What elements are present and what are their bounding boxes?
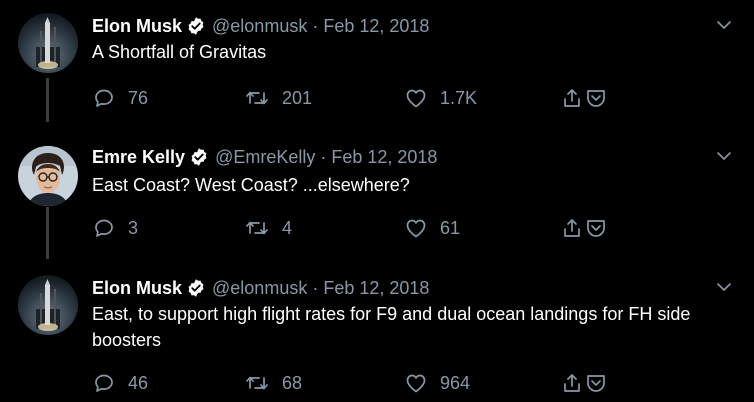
chevron-down-icon[interactable] bbox=[716, 17, 732, 33]
tweet-actions: 3 4 61 bbox=[92, 216, 652, 240]
chevron-down-icon[interactable] bbox=[716, 279, 732, 295]
person-photo bbox=[18, 146, 78, 206]
reply-count: 46 bbox=[128, 372, 149, 393]
tweet-text: East, to support high flight rates for F… bbox=[92, 304, 691, 350]
timestamp[interactable]: Feb 12, 2018 bbox=[323, 277, 429, 299]
retweet-icon bbox=[246, 221, 268, 235]
timestamp[interactable]: Feb 12, 2018 bbox=[323, 15, 429, 37]
retweet-button[interactable]: 201 bbox=[244, 86, 312, 110]
save-icon bbox=[587, 220, 605, 237]
reply-button[interactable]: 46 bbox=[92, 371, 148, 395]
reply-icon bbox=[95, 374, 113, 392]
tweet-text: A Shortfall of Gravitas bbox=[92, 42, 267, 62]
retweet-icon bbox=[246, 376, 268, 390]
verified-badge-icon bbox=[188, 279, 204, 297]
reply-count: 3 bbox=[128, 217, 139, 238]
share-icon bbox=[564, 374, 580, 392]
reply-icon bbox=[95, 219, 113, 237]
tweet[interactable]: Emre Kelly @EmreKelly · Feb 12, 2018 Eas… bbox=[0, 144, 754, 264]
retweet-icon bbox=[246, 91, 268, 105]
heart-icon bbox=[406, 374, 426, 393]
avatar[interactable] bbox=[18, 146, 78, 206]
chevron-down-icon[interactable] bbox=[716, 148, 732, 164]
tweet-actions: 76 201 1.7K bbox=[92, 86, 652, 110]
like-count: 964 bbox=[440, 372, 471, 393]
separator: · bbox=[320, 147, 327, 167]
retweet-count: 4 bbox=[282, 217, 293, 238]
separator: · bbox=[312, 16, 319, 36]
retweet-count: 201 bbox=[282, 87, 313, 108]
retweet-button[interactable]: 4 bbox=[244, 216, 292, 240]
reply-count: 76 bbox=[128, 87, 149, 108]
verified-badge-icon bbox=[191, 148, 207, 166]
handle[interactable]: @elonmusk bbox=[212, 277, 307, 299]
heart-icon bbox=[406, 219, 426, 238]
share-button[interactable] bbox=[560, 86, 608, 110]
display-name[interactable]: Elon Musk bbox=[92, 15, 182, 37]
reply-button[interactable]: 76 bbox=[92, 86, 148, 110]
handle[interactable]: @EmreKelly bbox=[215, 146, 315, 168]
retweet-count: 68 bbox=[282, 372, 303, 393]
like-button[interactable]: 61 bbox=[404, 216, 460, 240]
separator: · bbox=[312, 278, 319, 298]
share-button[interactable] bbox=[560, 216, 608, 240]
tweet[interactable]: Elon Musk @elonmusk · Feb 12, 2018 A Sho… bbox=[0, 13, 754, 133]
tweet-actions: 46 68 964 bbox=[92, 371, 652, 395]
display-name[interactable]: Emre Kelly bbox=[92, 146, 185, 168]
display-name[interactable]: Elon Musk bbox=[92, 277, 182, 299]
verified-badge-icon bbox=[188, 17, 204, 35]
tweet-header: Elon Musk @elonmusk · Feb 12, 2018 bbox=[92, 13, 429, 39]
like-button[interactable]: 964 bbox=[404, 371, 470, 395]
tweet-text: East Coast? West Coast? ...elsewhere? bbox=[92, 175, 410, 195]
avatar[interactable] bbox=[18, 13, 78, 73]
like-button[interactable]: 1.7K bbox=[404, 86, 477, 110]
like-count: 61 bbox=[440, 217, 461, 238]
share-icon bbox=[564, 219, 580, 237]
avatar[interactable] bbox=[18, 275, 78, 335]
retweet-button[interactable]: 68 bbox=[244, 371, 302, 395]
share-button[interactable] bbox=[560, 371, 608, 395]
handle[interactable]: @elonmusk bbox=[212, 15, 307, 37]
share-icon bbox=[564, 89, 580, 107]
rocket-launch-icon bbox=[18, 13, 78, 73]
reply-icon bbox=[95, 89, 113, 107]
like-count: 1.7K bbox=[440, 87, 478, 108]
save-icon bbox=[587, 375, 605, 392]
heart-icon bbox=[406, 89, 426, 108]
save-icon bbox=[587, 90, 605, 107]
timestamp[interactable]: Feb 12, 2018 bbox=[331, 146, 437, 168]
reply-button[interactable]: 3 bbox=[92, 216, 138, 240]
timeline: Elon Musk @elonmusk · Feb 12, 2018 A Sho… bbox=[0, 0, 754, 402]
rocket-launch-icon bbox=[18, 275, 78, 335]
tweet-header: Emre Kelly @EmreKelly · Feb 12, 2018 bbox=[92, 144, 437, 170]
tweet-header: Elon Musk @elonmusk · Feb 12, 2018 bbox=[92, 275, 429, 301]
tweet[interactable]: Elon Musk @elonmusk · Feb 12, 2018 East,… bbox=[0, 275, 754, 402]
